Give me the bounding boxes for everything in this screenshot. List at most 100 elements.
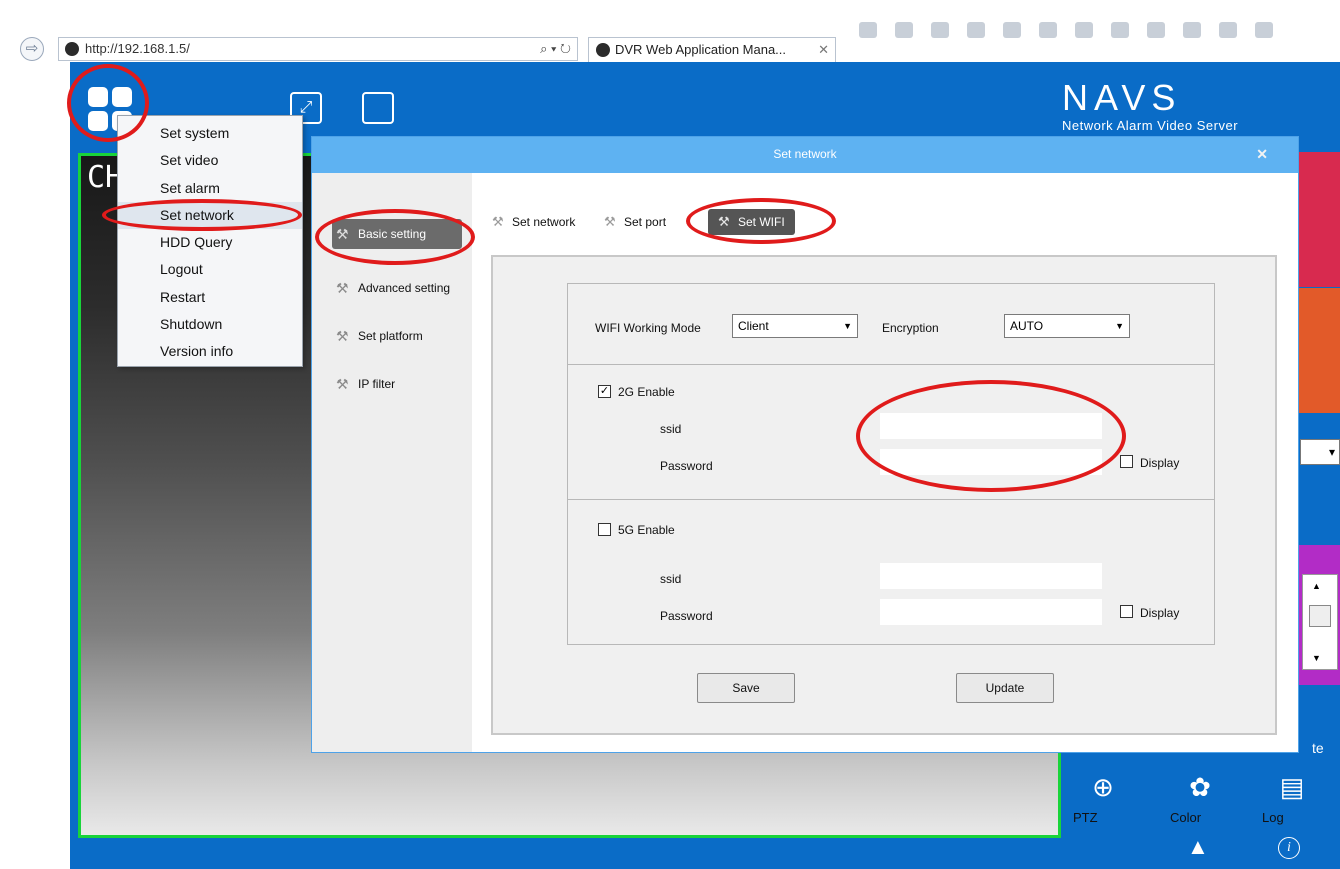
side-scrollbar[interactable]: ▲ ▼ [1302, 574, 1338, 670]
wifi-mode-group: WIFI Working Mode Client ▼ Encryption AU… [567, 283, 1215, 365]
side-tile-blue [1298, 414, 1340, 544]
tab-set-wifi[interactable]: ⚒ Set WIFI [708, 209, 795, 235]
close-icon[interactable]: ✕ [1256, 137, 1268, 171]
toolbar-icon[interactable] [1147, 22, 1165, 38]
nav-label: Advanced setting [358, 281, 451, 295]
menu-item-hdd-query[interactable]: HDD Query [118, 229, 302, 256]
display-2g-label: Display [1140, 456, 1180, 470]
wrench-icon: ⚒ [718, 214, 730, 229]
toolbar-icon[interactable] [1111, 22, 1129, 38]
side-tile-orange[interactable] [1298, 288, 1340, 413]
tab-label: Set port [624, 215, 667, 229]
dialog-title: Set network [773, 147, 837, 161]
toolbar-icon[interactable] [895, 22, 913, 38]
ssid-5g-input[interactable] [880, 563, 1102, 589]
toolbar-icon[interactable] [1039, 22, 1057, 38]
log-button[interactable]: ▤ Log [1262, 772, 1322, 832]
browser-tab[interactable]: DVR Web Application Mana... ✕ [588, 37, 836, 62]
search-refresh-icons[interactable]: ⌕ ▾ ↻ [540, 38, 571, 60]
ssid-2g-input[interactable] [880, 413, 1102, 439]
display-2g-checkbox[interactable] [1120, 455, 1133, 468]
dialog-content: ⚒ Set network ⚒ Set port ⚒ Set WIFI WIFI… [472, 173, 1298, 752]
wifi-mode-select[interactable]: Client ▼ [732, 314, 858, 338]
enable-2g-label: 2G Enable [618, 385, 675, 399]
enable-5g-label: 5G Enable [618, 523, 675, 537]
scroll-up-icon[interactable]: ▲ [1312, 581, 1321, 591]
address-bar[interactable]: http://192.168.1.5/ ⌕ ▾ ↻ [58, 37, 578, 61]
toolbar-icon[interactable] [1183, 22, 1201, 38]
enable-2g-checkbox[interactable]: ✓ [598, 385, 611, 398]
chevron-down-icon: ▼ [1115, 321, 1124, 331]
nav-advanced-setting[interactable]: ⚒ Advanced setting [332, 273, 462, 303]
toolbar-icon[interactable] [1219, 22, 1237, 38]
encryption-value: AUTO [1010, 319, 1044, 333]
wifi-2g-group: ✓ 2G Enable ssid Password Display [567, 365, 1215, 500]
document-icon: ▤ [1279, 772, 1305, 802]
dialog-titlebar[interactable]: Set network ✕ [312, 137, 1298, 173]
url-text: http://192.168.1.5/ [85, 41, 190, 56]
toolbar-icon[interactable] [967, 22, 985, 38]
menu-item-version-info[interactable]: Version info [118, 338, 302, 365]
wrench-icon: ⚒ [336, 376, 349, 392]
password-5g-label: Password [660, 609, 713, 623]
wrench-icon: ⚒ [492, 214, 504, 229]
encryption-select[interactable]: AUTO ▼ [1004, 314, 1130, 338]
enable-5g-checkbox[interactable] [598, 523, 611, 536]
wrench-icon: ⚒ [336, 280, 349, 296]
scroll-down-icon[interactable]: ▼ [1312, 653, 1321, 663]
update-button[interactable]: Update [956, 673, 1054, 703]
nav-label: Set platform [358, 329, 423, 343]
menu-item-restart[interactable]: Restart [118, 284, 302, 311]
scroll-thumb[interactable] [1309, 605, 1331, 627]
menu-item-logout[interactable]: Logout [118, 256, 302, 283]
brand-subtitle: Network Alarm Video Server [1062, 118, 1239, 133]
chevron-down-icon: ▼ [843, 321, 852, 331]
close-icon[interactable]: ✕ [818, 38, 829, 62]
brand-logo: NAVS Network Alarm Video Server [1062, 80, 1239, 134]
toolbar-icon[interactable] [931, 22, 949, 38]
save-button[interactable]: Save [697, 673, 795, 703]
wrench-icon: ⚒ [336, 328, 349, 344]
nav-basic-setting[interactable]: ⚒ Basic setting [332, 219, 462, 249]
toolbar-icon[interactable] [1003, 22, 1021, 38]
tab-label: Set network [512, 215, 576, 229]
ptz-icon: ⊕ [1092, 772, 1114, 802]
nav-label: Basic setting [358, 227, 427, 241]
nav-set-platform[interactable]: ⚒ Set platform [332, 321, 462, 351]
browser-chrome: ⇨ http://192.168.1.5/ ⌕ ▾ ↻ DVR Web Appl… [0, 0, 1340, 62]
tab-title: DVR Web Application Mana... [615, 42, 787, 57]
display-5g-checkbox[interactable] [1120, 605, 1133, 618]
ptz-label: PTZ [1073, 810, 1098, 825]
color-button[interactable]: ✿ Color [1170, 772, 1230, 832]
set-network-dialog: Set network ✕ ⚒ Basic setting ⚒ Advanced… [311, 136, 1299, 753]
menu-item-set-network[interactable]: Set network [118, 201, 302, 230]
password-2g-input[interactable] [880, 449, 1102, 475]
browser-toolbar [850, 10, 1340, 46]
toolbar-icon[interactable] [1075, 22, 1093, 38]
tab-set-port[interactable]: ⚒ Set port [604, 209, 666, 235]
tab-label: Set WIFI [738, 215, 785, 229]
display-5g-label: Display [1140, 606, 1180, 620]
globe-icon [65, 42, 79, 56]
toolbar-icon[interactable] [859, 22, 877, 38]
menu-item-set-alarm[interactable]: Set alarm [118, 175, 302, 202]
back-arrow-icon[interactable]: ⇨ [20, 37, 44, 61]
side-tile-red[interactable] [1298, 152, 1340, 287]
tab-set-network[interactable]: ⚒ Set network [492, 209, 575, 235]
wrench-icon: ⚒ [604, 214, 616, 229]
menu-item-shutdown[interactable]: Shutdown [118, 311, 302, 338]
menu-item-set-system[interactable]: Set system [118, 120, 302, 147]
encryption-label: Encryption [882, 321, 939, 335]
palette-icon: ✿ [1189, 772, 1211, 802]
wifi-mode-label: WIFI Working Mode [595, 321, 701, 335]
toolbar-icon[interactable] [1255, 22, 1273, 38]
side-select[interactable]: ▾ [1300, 439, 1340, 465]
wifi-mode-value: Client [738, 319, 769, 333]
nav-ip-filter[interactable]: ⚒ IP filter [332, 369, 462, 399]
info-icon[interactable]: i [1278, 837, 1300, 859]
menu-item-set-video[interactable]: Set video [118, 147, 302, 174]
single-window-icon[interactable] [362, 92, 394, 124]
ptz-button[interactable]: ⊕ PTZ [1073, 772, 1133, 832]
bell-icon[interactable]: ▲ [1187, 834, 1209, 860]
password-5g-input[interactable] [880, 599, 1102, 625]
